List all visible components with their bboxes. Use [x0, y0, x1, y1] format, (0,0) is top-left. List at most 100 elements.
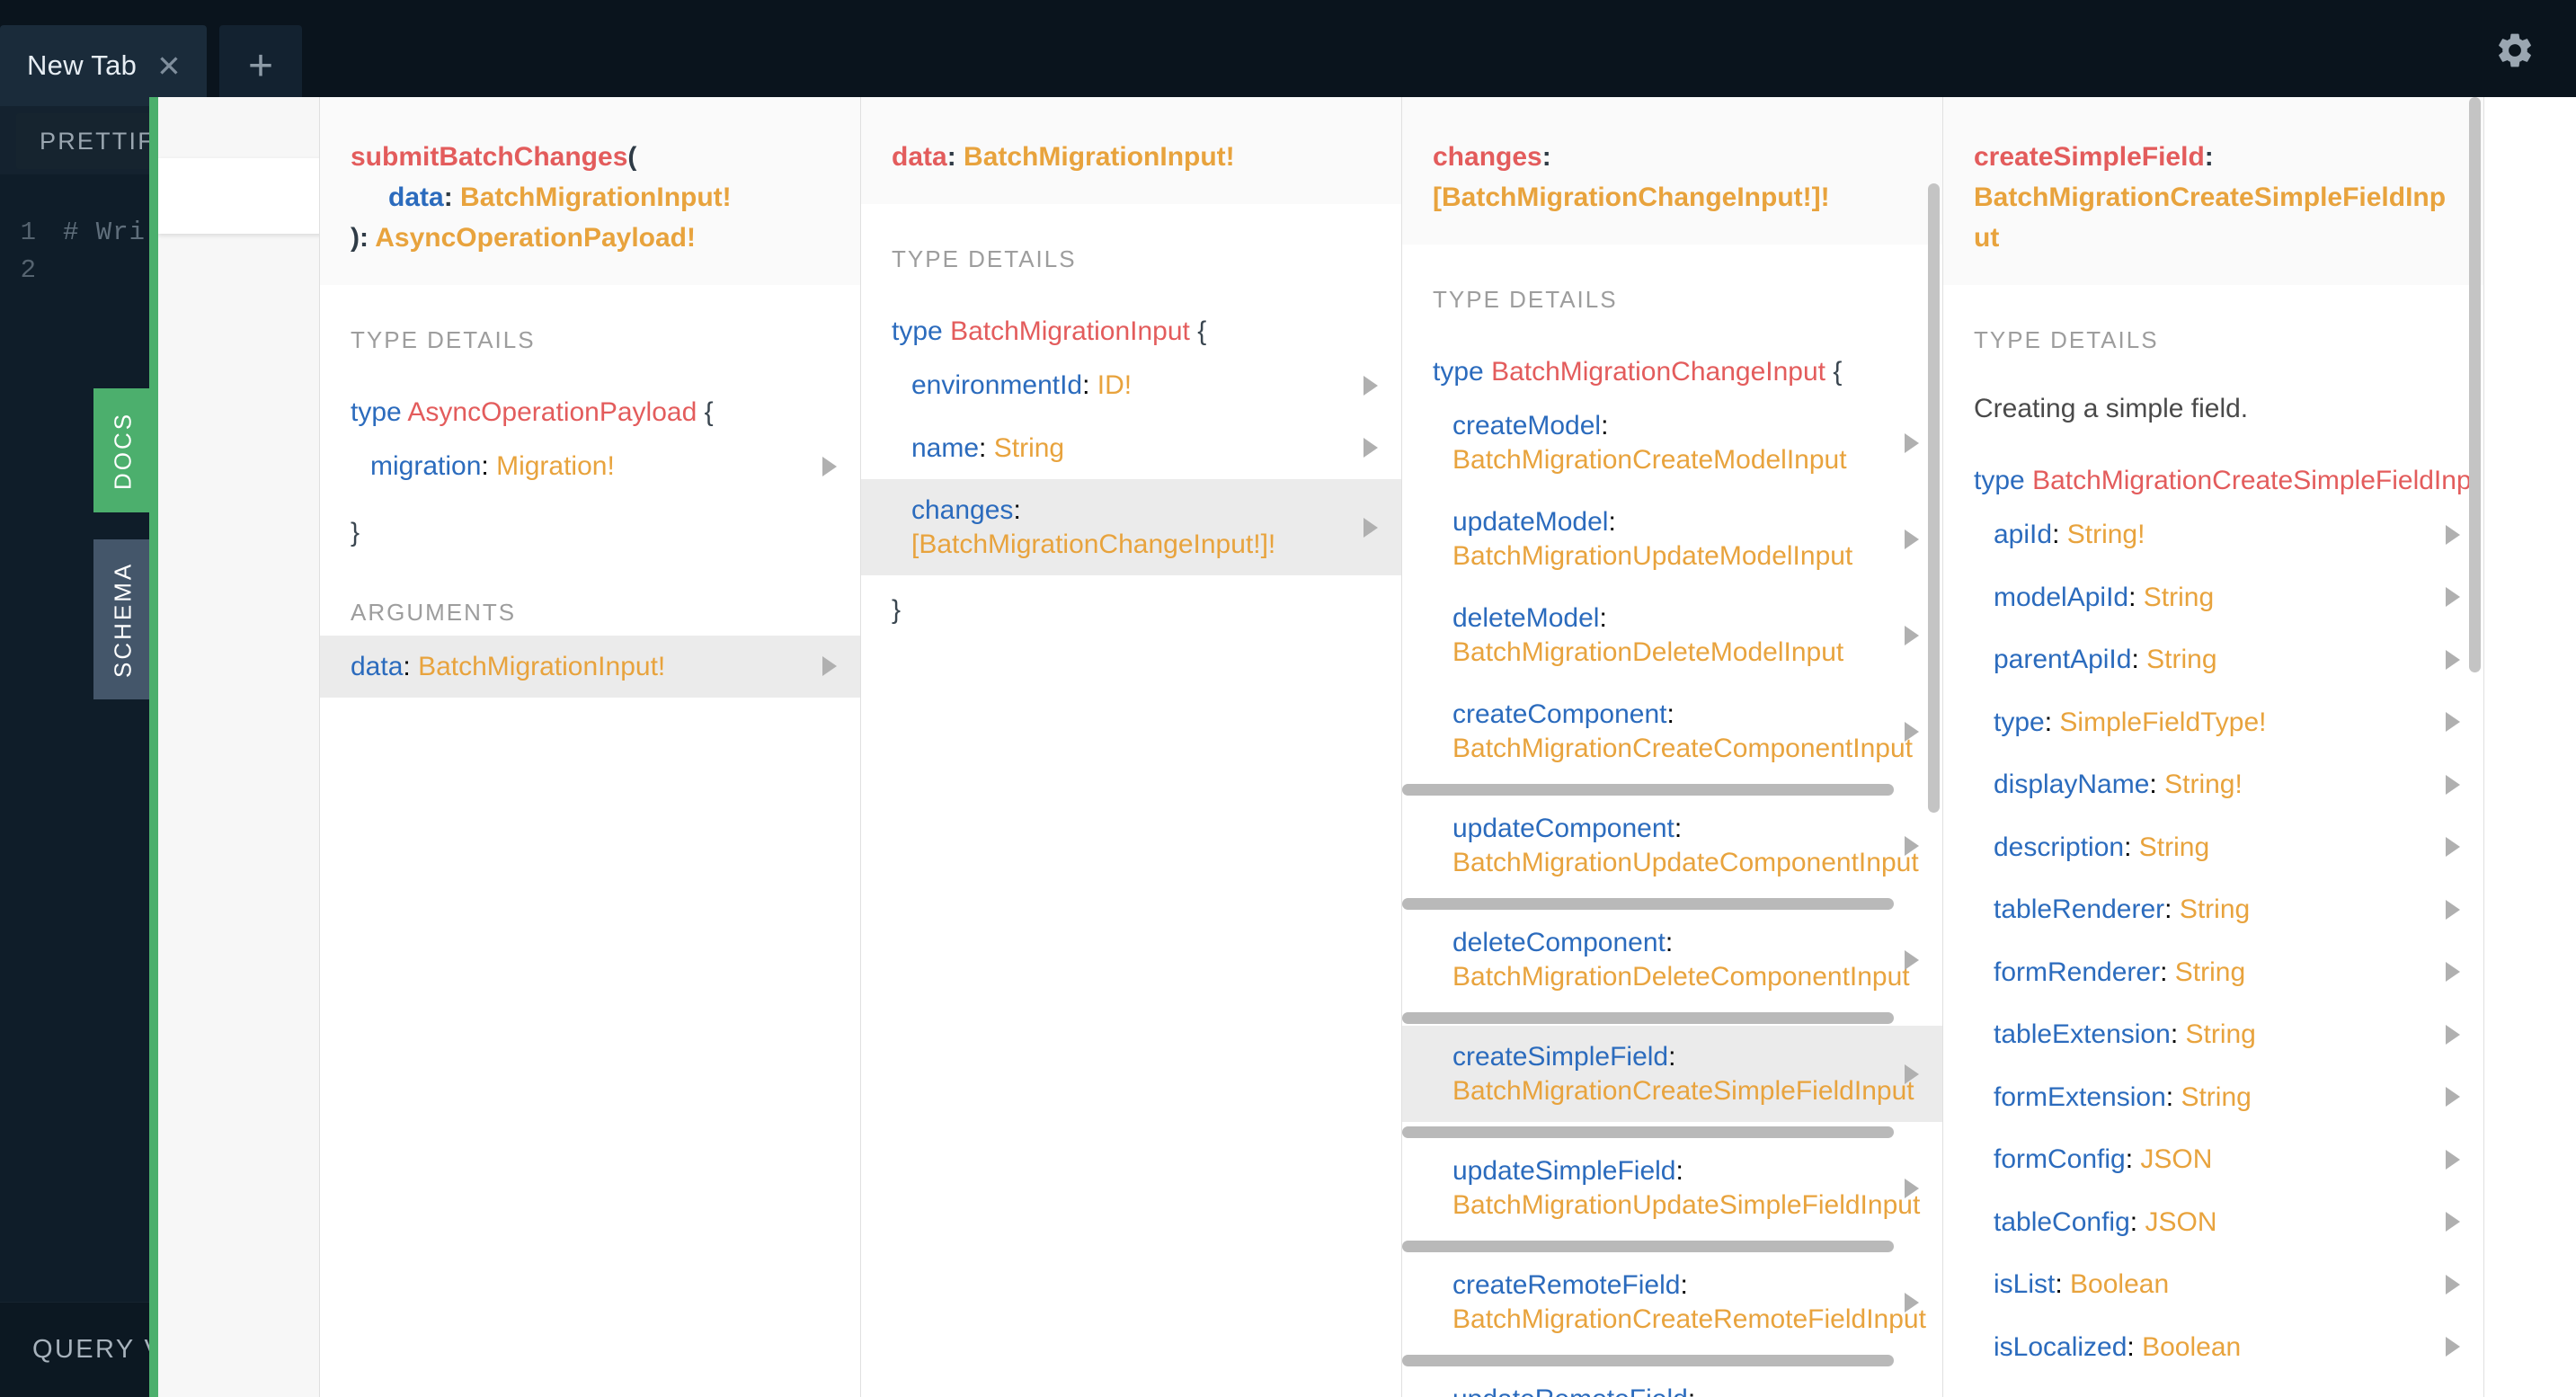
field-name: data	[892, 142, 947, 172]
return-type[interactable]: AsyncOperationPayload!	[375, 223, 696, 253]
list-item[interactable]: updateRemoteField:	[1402, 1368, 1942, 1397]
field-type: BatchMigrationCreateRemoteFieldInput	[1452, 1304, 1926, 1334]
list-item[interactable]: tableExtension: String	[1943, 1003, 2483, 1066]
chevron-right-icon[interactable]	[1905, 529, 1919, 549]
field-name: submitBatchChanges	[351, 142, 627, 172]
chevron-right-icon[interactable]	[2446, 1212, 2460, 1232]
list-item[interactable]: environmentId: ID!	[861, 354, 1401, 417]
chevron-right-icon[interactable]	[1905, 836, 1919, 856]
chevron-right-icon[interactable]	[2446, 650, 2460, 670]
horizontal-scrollbar[interactable]	[1402, 781, 1942, 797]
type-name[interactable]: BatchMigrationChangeInput	[1491, 357, 1825, 387]
chevron-right-icon[interactable]	[2446, 1150, 2460, 1170]
chevron-right-icon[interactable]	[2446, 775, 2460, 795]
type-name[interactable]: AsyncOperationPayload	[407, 397, 697, 427]
sidebar-item-docs[interactable]: DOCS	[93, 388, 153, 512]
chevron-right-icon[interactable]	[1905, 1293, 1919, 1312]
close-brace: }	[320, 498, 860, 557]
field-type: String!	[2067, 520, 2145, 549]
horizontal-scrollbar[interactable]	[1402, 1352, 1942, 1368]
chevron-right-icon[interactable]	[1905, 626, 1919, 645]
list-item[interactable]: createComponent: BatchMigrationCreateCom…	[1402, 683, 1942, 779]
list-item[interactable]: apiId: String!	[1943, 503, 2483, 566]
field-name: tableExtension	[1994, 1019, 2171, 1049]
chevron-right-icon[interactable]	[1364, 518, 1378, 538]
list-item[interactable]: createModel: BatchMigrationCreateModelIn…	[1402, 395, 1942, 491]
horizontal-scrollbar[interactable]	[1402, 1124, 1942, 1140]
list-item[interactable]: type: SimpleFieldType!	[1943, 691, 2483, 754]
list-item[interactable]: isList: Boolean	[1943, 1253, 2483, 1316]
chevron-right-icon[interactable]	[822, 457, 837, 476]
type-name[interactable]: BatchMigrationInput	[950, 316, 1190, 346]
column-header[interactable]: changes: [BatchMigrationChangeInput!]!	[1402, 97, 1942, 245]
chevron-right-icon[interactable]	[1905, 1064, 1919, 1084]
chevron-right-icon[interactable]	[822, 656, 837, 676]
list-item[interactable]: tableRenderer: String	[1943, 878, 2483, 941]
editor-tab[interactable]: New Tab ✕	[0, 25, 207, 106]
list-item[interactable]: displayName: String!	[1943, 753, 2483, 816]
line-text: # Wri	[63, 218, 146, 247]
close-icon[interactable]: ✕	[156, 51, 182, 81]
plus-icon[interactable]: +	[219, 25, 302, 106]
field-name: updateSimpleField	[1452, 1156, 1675, 1186]
list-item[interactable]: isLocalized: Boolean	[1943, 1316, 2483, 1379]
list-item[interactable]: data: BatchMigrationInput!	[320, 636, 860, 698]
chevron-right-icon[interactable]	[2446, 1275, 2460, 1295]
list-item[interactable]: createSimpleField: BatchMigrationCreateS…	[1402, 1026, 1942, 1122]
chevron-right-icon[interactable]	[2446, 1087, 2460, 1107]
chevron-right-icon[interactable]	[1364, 438, 1378, 458]
list-item[interactable]: formRenderer: String	[1943, 941, 2483, 1004]
list-item[interactable]: name: String	[861, 417, 1401, 480]
field-type: String	[2146, 645, 2216, 674]
field-name: changes	[911, 495, 1013, 525]
field-type[interactable]: [BatchMigrationChangeInput!]!	[1433, 182, 1830, 212]
list-item[interactable]: deleteModel: BatchMigrationDeleteModelIn…	[1402, 587, 1942, 683]
arg-type[interactable]: BatchMigrationInput!	[460, 182, 732, 212]
list-item[interactable]: updateComponent: BatchMigrationUpdateCom…	[1402, 797, 1942, 894]
list-item[interactable]: updateSimpleField: BatchMigrationUpdateS…	[1402, 1140, 1942, 1236]
horizontal-scrollbar[interactable]	[1402, 1238, 1942, 1254]
field-type[interactable]: BatchMigrationCreateSimpleFieldInput	[1974, 182, 2446, 253]
chevron-right-icon[interactable]	[2446, 712, 2460, 732]
list-item[interactable]: migration: Migration!	[320, 435, 860, 498]
list-item[interactable]: tableConfig: JSON	[1943, 1191, 2483, 1254]
chevron-right-icon[interactable]	[2446, 900, 2460, 920]
type-keyword: type	[1974, 466, 2025, 495]
chevron-right-icon[interactable]	[2446, 1025, 2460, 1045]
chevron-right-icon[interactable]	[2446, 962, 2460, 982]
docs-column-submit-batch-changes: submitBatchChanges( data: BatchMigration…	[320, 97, 861, 1397]
horizontal-scrollbar[interactable]	[1402, 1010, 1942, 1026]
list-item[interactable]: parentApiId: String	[1943, 628, 2483, 691]
chevron-right-icon[interactable]	[2446, 837, 2460, 857]
list-item[interactable]: deleteComponent: BatchMigrationDeleteCom…	[1402, 912, 1942, 1008]
vertical-scrollbar[interactable]	[2469, 97, 2481, 672]
chevron-right-icon[interactable]	[1905, 722, 1919, 742]
list-item[interactable]: createRemoteField: BatchMigrationCreateR…	[1402, 1254, 1942, 1350]
field-type: BatchMigrationUpdateSimpleFieldInput	[1452, 1190, 1920, 1220]
list-item[interactable]: isRequired: Boolean	[1943, 1378, 2483, 1397]
chevron-right-icon[interactable]	[2446, 525, 2460, 545]
list-item[interactable]: formExtension: String	[1943, 1066, 2483, 1129]
field-name: migration	[370, 451, 481, 481]
vertical-scrollbar[interactable]	[1928, 183, 1940, 813]
type-name[interactable]: BatchMigrationCreateSimpleFieldInp	[2032, 466, 2472, 495]
chevron-right-icon[interactable]	[1905, 433, 1919, 453]
chevron-right-icon[interactable]	[1905, 1179, 1919, 1198]
chevron-right-icon[interactable]	[2446, 587, 2460, 607]
sidebar-item-schema[interactable]: SCHEMA	[93, 539, 153, 699]
gear-icon[interactable]	[2488, 23, 2542, 77]
field-type[interactable]: BatchMigrationInput!	[964, 142, 1235, 172]
list-item[interactable]: updateModel: BatchMigrationUpdateModelIn…	[1402, 491, 1942, 587]
list-item[interactable]: formConfig: JSON	[1943, 1128, 2483, 1191]
column-header[interactable]: data: BatchMigrationInput!	[861, 97, 1401, 204]
list-item[interactable]: description: String	[1943, 816, 2483, 879]
chevron-right-icon[interactable]	[2446, 1337, 2460, 1357]
horizontal-scrollbar[interactable]	[1402, 895, 1942, 912]
column-header[interactable]: createSimpleField: BatchMigrationCreateS…	[1943, 97, 2483, 285]
chevron-right-icon[interactable]	[1364, 376, 1378, 396]
list-item[interactable]: changes: [BatchMigrationChangeInput!]!	[861, 479, 1401, 575]
search-input[interactable]	[158, 158, 320, 234]
chevron-right-icon[interactable]	[1905, 950, 1919, 970]
column-header[interactable]: submitBatchChanges( data: BatchMigration…	[320, 97, 860, 285]
list-item[interactable]: modelApiId: String	[1943, 566, 2483, 629]
